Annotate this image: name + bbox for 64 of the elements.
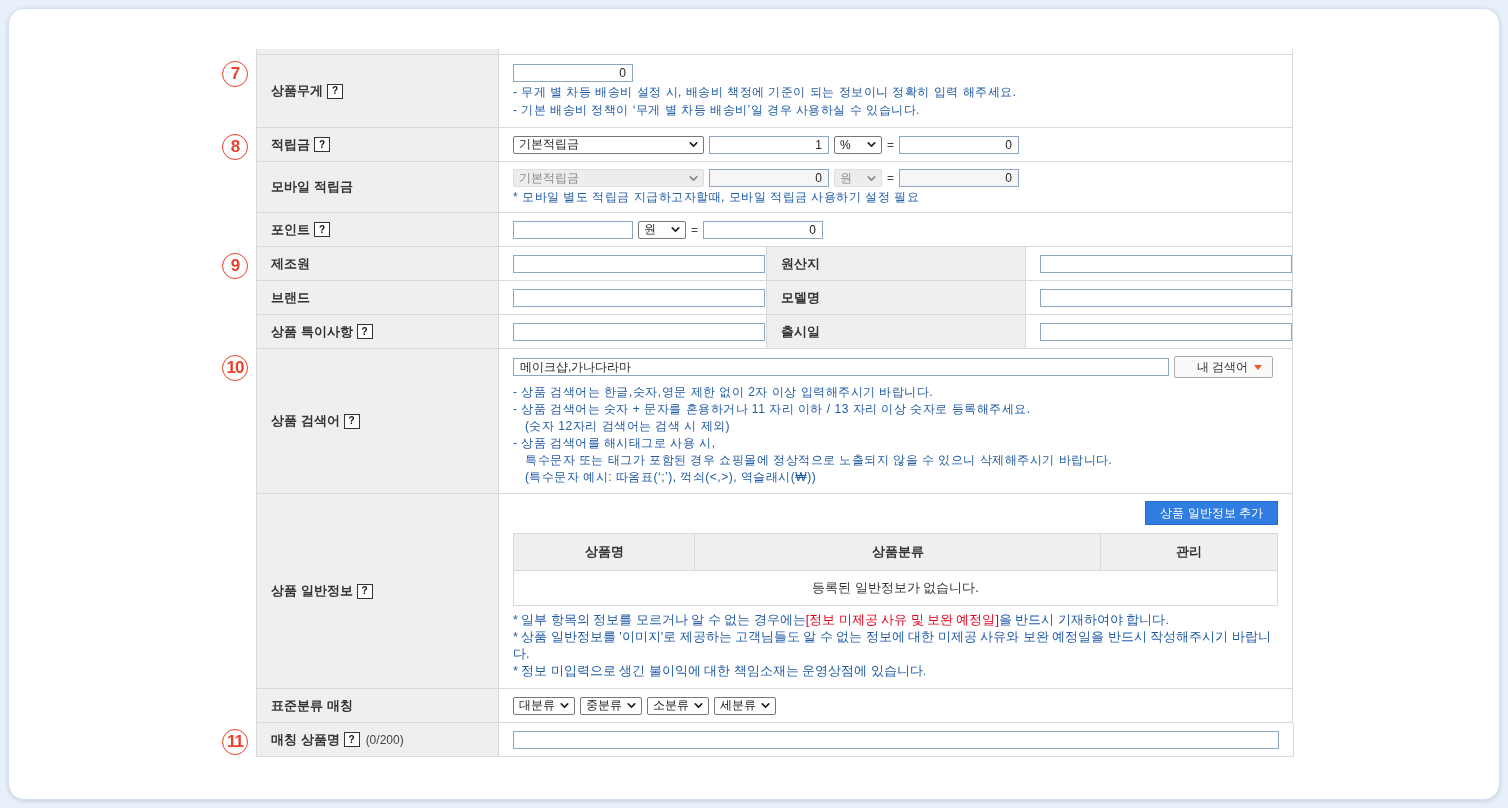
my-keywords-button[interactable]: 내 검색어 — [1174, 356, 1274, 378]
help-text: - 상품 검색어는 한글,숫자,영문 제한 없이 2자 이상 입력해주시기 바랍니다. — [513, 384, 935, 400]
field-label: 모델명 — [781, 288, 820, 307]
field-label: 브랜드 — [271, 288, 310, 307]
help-button[interactable]: ? — [314, 137, 330, 152]
help-text: - 기본 배송비 정책이 ‘무게 별 차등 배송비’일 경우 사용하실 수 있습니다. — [513, 102, 921, 118]
unit-dropdown[interactable]: % — [834, 135, 882, 154]
help-text: * 정보 미입력으로 생긴 불이익에 대한 책임소재는 운영상점에 있습니다. — [513, 663, 928, 680]
result-input[interactable]: 0 — [703, 220, 823, 239]
amount-input[interactable]: 1 — [709, 135, 829, 154]
help-text: 특수문자 또는 태그가 포함된 경우 쇼핑몰에 정상적으로 노출되지 않을 수 있으니 삭제해주시기 바랍니다. — [524, 452, 1114, 468]
product-name-input[interactable] — [513, 730, 1279, 749]
field-label: 출시일 — [781, 322, 820, 341]
field-label: 원산지 — [781, 254, 820, 273]
caret-icon — [1254, 364, 1263, 370]
field-label: 상품 일반정보 — [271, 582, 353, 600]
text-input[interactable] — [1040, 322, 1292, 341]
unit-dropdown[interactable]: 원 — [638, 220, 686, 239]
help-text: (숫자 12자리 검색어는 검색 시 제외) — [524, 418, 731, 434]
help-button[interactable]: ? — [356, 583, 373, 599]
add-info-button[interactable]: 상품 일반정보 추가 — [1145, 501, 1278, 525]
type-dropdown[interactable]: 기본적립금 — [513, 135, 704, 154]
help-text: - 상품 검색어는 숫자 + 문자를 혼용하거나 11 자리 이하 / 13 자리 이상 숫자로 등록해주세요. — [513, 401, 1032, 417]
field-label: 상품 검색어 — [271, 412, 340, 430]
field-label: 포인트 — [271, 220, 310, 239]
text-input[interactable] — [513, 288, 765, 307]
column-header: 상품명 — [514, 534, 694, 570]
help-button[interactable]: ? — [356, 324, 373, 339]
equals-sign: = — [887, 171, 894, 185]
equals-sign: = — [887, 137, 894, 152]
weight-input[interactable]: 0 — [513, 64, 633, 82]
field-label: 표준분류 매칭 — [271, 696, 353, 715]
empty-message: 등록된 일반정보가 없습니다. — [514, 570, 1277, 605]
help-button[interactable]: ? — [327, 83, 343, 99]
field-label: 제조원 — [271, 254, 310, 273]
help-text: - 무게 별 차등 배송비 설정 시, 배송비 책정에 기준이 되는 정보이니 정확히 입력 해주세요. — [513, 84, 1018, 100]
field-label: 모바일 적립금 — [271, 178, 353, 196]
category-dropdown[interactable]: 대분류 — [513, 696, 575, 715]
text-input[interactable] — [1040, 288, 1292, 307]
field-label: 상품 특이사항 — [271, 322, 353, 341]
text-input[interactable] — [513, 254, 765, 273]
text-input[interactable] — [1040, 254, 1292, 273]
column-header: 관리 — [1100, 534, 1277, 570]
column-header: 상품분류 — [694, 534, 1100, 570]
help-text: (특수문자 예시: 따옴표(‘;’), 꺽쇠(<,>), 역슬래시(₩)) — [524, 469, 818, 485]
field-label: 매칭 상품명 — [271, 730, 340, 749]
text-input[interactable] — [513, 322, 765, 341]
field-label: 적립금 — [271, 135, 310, 154]
category-dropdown[interactable]: 소분류 — [647, 696, 709, 715]
amount-input[interactable] — [513, 220, 633, 239]
help-text: * 모바일 별도 적립금 지급하고자할때, 모바일 적립금 사용하기 설정 필요 — [513, 189, 920, 205]
help-text: * 일부 항목의 정보를 모르거나 알 수 없는 경우에는[정보 미제공 사유 및 보완 예정일]을 반드시 기재하여야 합니다. — [513, 612, 1170, 629]
field-label: 상품무게 — [271, 82, 323, 100]
character-count: (0/200) — [365, 732, 404, 747]
help-button[interactable]: ? — [343, 732, 360, 747]
help-text: - 상품 검색어를 해시태그로 사용 시, — [513, 435, 717, 451]
help-button[interactable]: ? — [314, 222, 330, 237]
help-text: * 상품 일반정보를 '이미지'로 제공하는 고객님들도 알 수 없는 정보에 대한 미제공 사유와 보완 예정일을 반드시 작성해주시기 바랍니다. — [513, 629, 1272, 663]
keyword-input[interactable]: 메이크샵,가나다라마 — [513, 358, 1169, 376]
category-dropdown[interactable]: 중분류 — [580, 696, 642, 715]
result-input[interactable]: 0 — [899, 135, 1019, 154]
equals-sign: = — [691, 222, 698, 237]
category-dropdown[interactable]: 세분류 — [714, 696, 776, 715]
help-button[interactable]: ? — [343, 413, 360, 429]
